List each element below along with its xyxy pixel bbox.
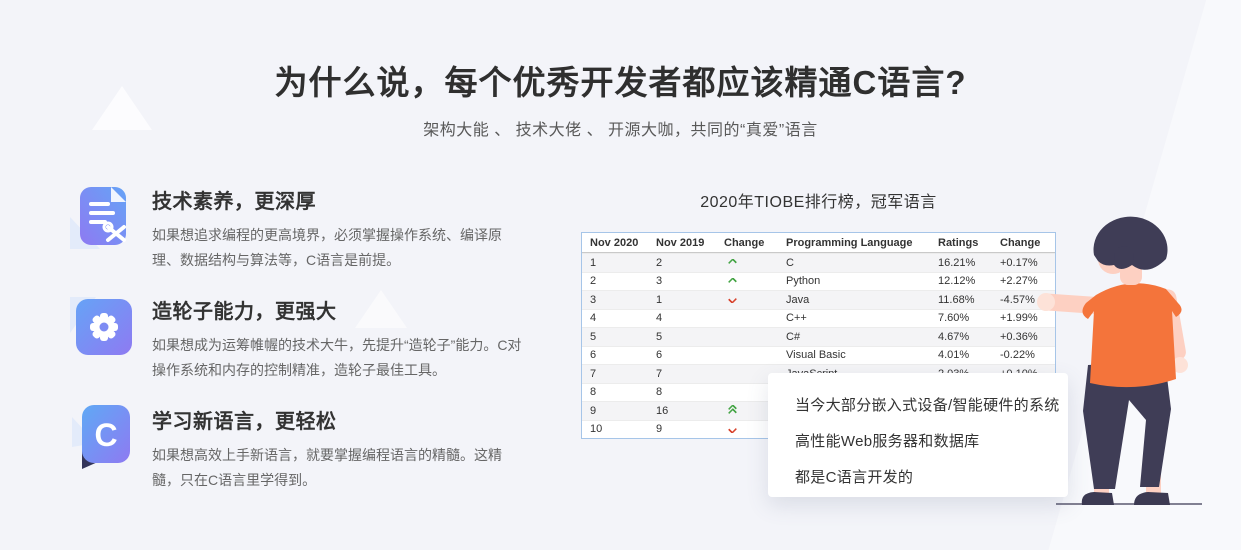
prev-rank-cell: 16 bbox=[648, 405, 716, 417]
table-row: 23Python12.12%+2.27% bbox=[582, 272, 1055, 291]
tooltip-line: 都是C语言开发的 bbox=[795, 460, 1068, 496]
change-cell bbox=[716, 259, 778, 266]
prev-rank-cell: 6 bbox=[648, 349, 716, 361]
column-header: Change bbox=[716, 237, 778, 249]
up-chevron-icon bbox=[728, 278, 737, 285]
rank-cell: 3 bbox=[582, 294, 648, 306]
table-row: 12C16.21%+0.17% bbox=[582, 253, 1055, 272]
table-row: 44C++7.60%+1.99% bbox=[582, 309, 1055, 328]
rank-cell: 6 bbox=[582, 349, 648, 361]
rank-cell: 7 bbox=[582, 368, 648, 380]
prev-rank-cell: 1 bbox=[648, 294, 716, 306]
gear-icon bbox=[70, 293, 132, 359]
tooltip-card: 当今大部分嵌入式设备/智能硬件的系统高性能Web服务器和数据库都是C语言开发的 bbox=[768, 373, 1068, 497]
page-title: 为什么说，每个优秀开发者都应该精通C语言? bbox=[0, 56, 1241, 104]
prev-rank-cell: 7 bbox=[648, 368, 716, 380]
up-chevron-icon bbox=[728, 259, 737, 266]
prev-rank-cell: 4 bbox=[648, 312, 716, 324]
down-chevron-icon bbox=[728, 426, 737, 433]
c-language-icon: C bbox=[70, 403, 132, 469]
rank-cell: 9 bbox=[582, 405, 648, 417]
column-header: Ratings bbox=[930, 237, 992, 249]
document-tools-icon bbox=[70, 183, 132, 249]
prev-rank-cell: 3 bbox=[648, 275, 716, 287]
language-cell: Visual Basic bbox=[778, 349, 930, 361]
rank-cell: 10 bbox=[582, 423, 648, 435]
table-row: 66Visual Basic4.01%-0.22% bbox=[582, 346, 1055, 365]
change-cell bbox=[716, 296, 778, 303]
rank-cell: 2 bbox=[582, 275, 648, 287]
prev-rank-cell: 8 bbox=[648, 386, 716, 398]
table-row: 55C#4.67%+0.36% bbox=[582, 327, 1055, 346]
feature-title: 学习新语言，更轻松 bbox=[152, 405, 526, 434]
ratings-cell: 4.01% bbox=[930, 349, 992, 361]
feature-description: 如果想成为运筹帷幄的技术大牛，先提升“造轮子”能力。C对操作系统和内存的控制精准… bbox=[152, 333, 526, 383]
column-header: Nov 2019 bbox=[648, 237, 716, 249]
feature-description: 如果想高效上手新语言，就要掌握编程语言的精髓。这精髓，只在C语言里学得到。 bbox=[152, 443, 526, 493]
prev-rank-cell: 5 bbox=[648, 331, 716, 343]
svg-text:C: C bbox=[94, 417, 117, 453]
rank-cell: 8 bbox=[582, 386, 648, 398]
column-header: Programming Language bbox=[778, 237, 930, 249]
ratings-cell: 4.67% bbox=[930, 331, 992, 343]
feature-item-learn-languages: C 学习新语言，更轻松 如果想高效上手新语言，就要掌握编程语言的精髓。这精髓，只… bbox=[70, 403, 530, 493]
language-cell: C# bbox=[778, 331, 930, 343]
rank-cell: 1 bbox=[582, 257, 648, 269]
language-cell: Python bbox=[778, 275, 930, 287]
page-background: 为什么说，每个优秀开发者都应该精通C语言? 架构大能 、 技术大佬 、 开源大咖… bbox=[0, 0, 1241, 550]
prev-rank-cell: 9 bbox=[648, 423, 716, 435]
tooltip-line: 高性能Web服务器和数据库 bbox=[795, 424, 1068, 460]
column-header: Nov 2020 bbox=[582, 237, 648, 249]
feature-description: 如果想追求编程的更高境界，必须掌握操作系统、编译原理、数据结构与算法等，C语言是… bbox=[152, 223, 526, 273]
rank-cell: 5 bbox=[582, 331, 648, 343]
tooltip-lines: 当今大部分嵌入式设备/智能硬件的系统高性能Web服务器和数据库都是C语言开发的 bbox=[795, 388, 1068, 496]
prev-rank-cell: 2 bbox=[648, 257, 716, 269]
ratings-cell: 12.12% bbox=[930, 275, 992, 287]
language-cell: Java bbox=[778, 294, 930, 306]
ratings-cell: 11.68% bbox=[930, 294, 992, 306]
feature-item-build-wheels: 造轮子能力，更强大 如果想成为运筹帷幄的技术大牛，先提升“造轮子”能力。C对操作… bbox=[70, 293, 530, 383]
language-cell: C++ bbox=[778, 312, 930, 324]
change-cell bbox=[716, 278, 778, 285]
ratings-cell: 16.21% bbox=[930, 257, 992, 269]
tiobe-header-row: Nov 2020Nov 2019ChangeProgramming Langua… bbox=[582, 233, 1055, 253]
rank-cell: 4 bbox=[582, 312, 648, 324]
down-chevron-icon bbox=[728, 296, 737, 303]
tooltip-line: 当今大部分嵌入式设备/智能硬件的系统 bbox=[795, 388, 1068, 424]
page-subtitle: 架构大能 、 技术大佬 、 开源大咖，共同的“真爱”语言 bbox=[0, 116, 1241, 140]
feature-title: 技术素养，更深厚 bbox=[152, 185, 526, 214]
feature-title: 造轮子能力，更强大 bbox=[152, 295, 526, 324]
table-row: 31Java11.68%-4.57% bbox=[582, 290, 1055, 309]
ratings-cell: 7.60% bbox=[930, 312, 992, 324]
language-cell: C bbox=[778, 257, 930, 269]
feature-item-tech-quality: 技术素养，更深厚 如果想追求编程的更高境界，必须掌握操作系统、编译原理、数据结构… bbox=[70, 183, 530, 273]
tiobe-heading: 2020年TIOBE排行榜，冠军语言 bbox=[581, 188, 1056, 212]
